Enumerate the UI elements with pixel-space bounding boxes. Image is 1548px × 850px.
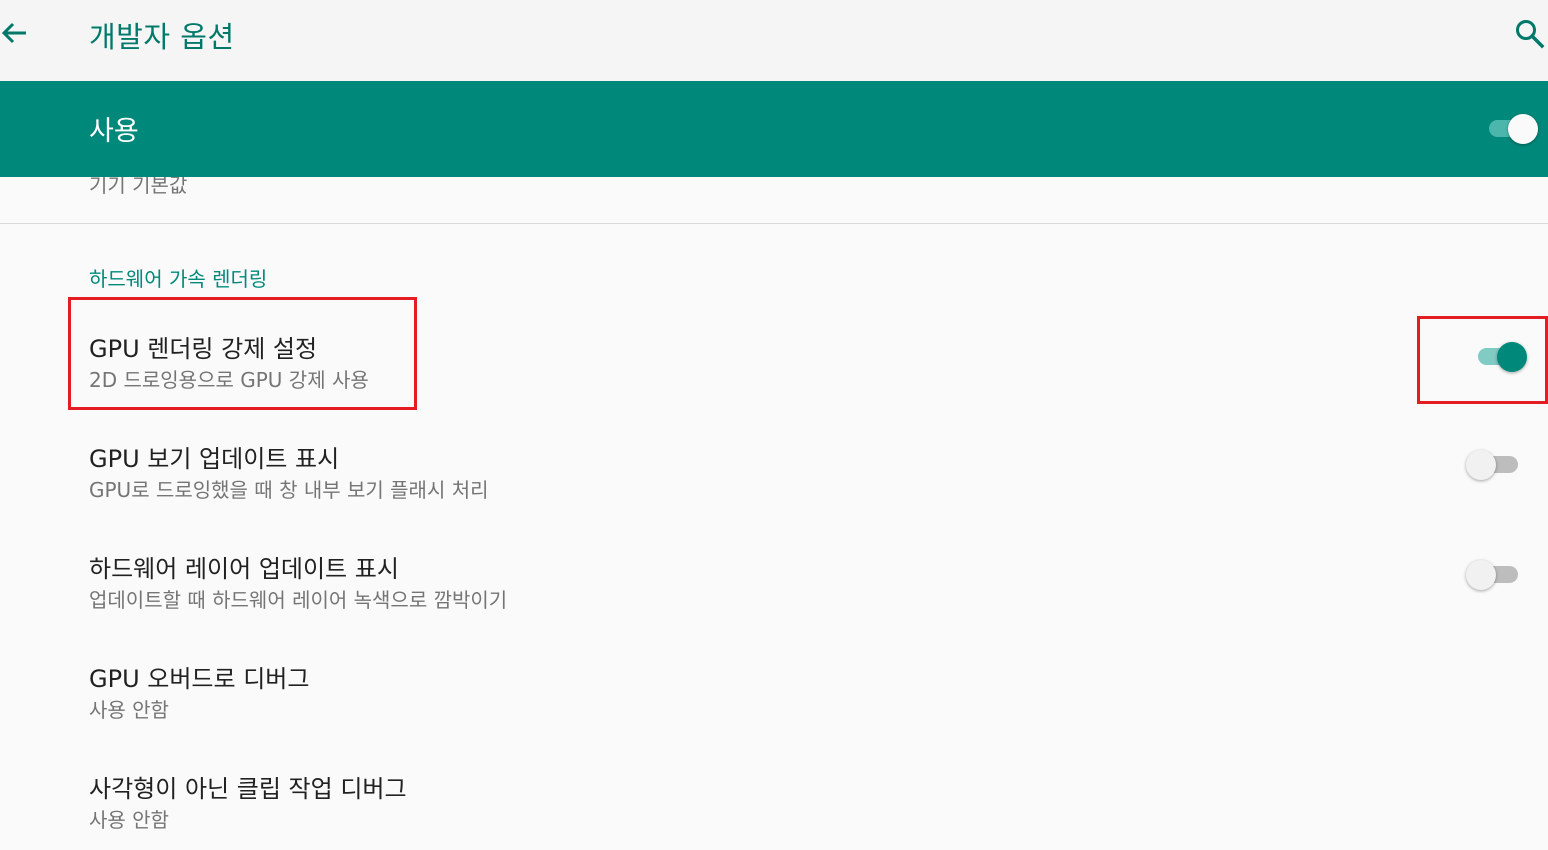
pref-show-hw-layer-updates[interactable]: 하드웨어 레이어 업데이트 표시 업데이트할 때 하드웨어 레이어 녹색으로 깜… <box>0 520 1548 630</box>
pref-debug-gpu-overdraw[interactable]: GPU 오버드로 디버그 사용 안함 <box>0 630 1548 740</box>
pref-title: GPU 보기 업데이트 표시 <box>89 445 340 473</box>
master-switch-label: 사용 <box>89 116 139 147</box>
pref-summary: 업데이트할 때 하드웨어 레이어 녹색으로 깜박이기 <box>89 588 508 612</box>
pref-summary: 사용 안함 <box>89 698 169 722</box>
pref-title: GPU 렌더링 강제 설정 <box>89 335 318 363</box>
show-gpu-view-updates-switch[interactable] <box>1462 446 1522 482</box>
switch-thumb <box>1466 450 1496 480</box>
show-hw-layer-updates-switch[interactable] <box>1462 556 1522 592</box>
arrow-back-icon <box>1 22 26 44</box>
pref-title: 하드웨어 레이어 업데이트 표시 <box>89 555 399 583</box>
pref-summary: GPU로 드로잉했을 때 창 내부 보기 플래시 처리 <box>89 478 489 502</box>
pref-show-gpu-view-updates[interactable]: GPU 보기 업데이트 표시 GPU로 드로잉했을 때 창 내부 보기 플래시 … <box>0 410 1548 520</box>
force-gpu-rendering-switch[interactable] <box>1462 338 1527 374</box>
divider <box>0 223 1548 224</box>
pref-force-gpu-rendering[interactable]: GPU 렌더링 강제 설정 2D 드로잉용으로 GPU 강제 사용 <box>0 300 1548 410</box>
app-bar: 개발자 옵션 <box>0 0 1548 81</box>
pref-debug-non-rect-clip[interactable]: 사각형이 아닌 클립 작업 디버그 사용 안함 <box>0 740 1548 850</box>
master-switch-bar[interactable]: 사용 <box>0 81 1548 177</box>
switch-thumb <box>1497 342 1527 372</box>
pref-summary: 사용 안함 <box>89 808 169 832</box>
pref-title: GPU 오버드로 디버그 <box>89 665 310 693</box>
category-header: 하드웨어 가속 렌더링 <box>89 267 268 291</box>
pref-summary: 2D 드로잉용으로 GPU 강제 사용 <box>89 368 369 392</box>
search-button[interactable] <box>1512 16 1548 52</box>
switch-thumb <box>1508 114 1538 144</box>
master-toggle-switch[interactable] <box>1484 111 1544 147</box>
search-icon <box>1516 20 1545 49</box>
page-title: 개발자 옵션 <box>89 20 235 54</box>
pref-title: 사각형이 아닌 클립 작업 디버그 <box>89 775 407 803</box>
back-button[interactable] <box>0 16 40 52</box>
switch-thumb <box>1466 560 1496 590</box>
